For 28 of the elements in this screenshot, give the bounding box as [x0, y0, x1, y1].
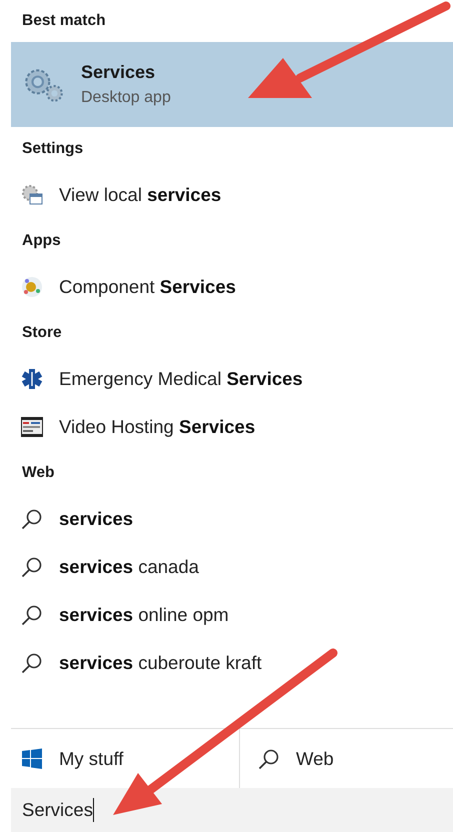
component-icon	[21, 276, 43, 298]
result-link[interactable]: services cuberoute kraft	[59, 652, 262, 674]
section-heading: Settings	[21, 139, 84, 159]
video-thumbnail-icon	[21, 416, 43, 438]
star-of-life-icon	[21, 368, 43, 390]
section-heading: Web	[21, 463, 56, 483]
result-link[interactable]: Component Services	[59, 276, 236, 298]
search-icon	[21, 604, 43, 626]
section-heading: Store	[21, 323, 63, 343]
result-link[interactable]: services online opm	[59, 604, 229, 626]
result-item[interactable]: Services Desktop app	[11, 42, 453, 127]
result-link[interactable]: Video Hosting Services	[59, 416, 256, 438]
result-link[interactable]: services canada	[59, 556, 199, 578]
result-link[interactable]: Emergency Medical Services	[59, 368, 303, 390]
search-icon	[258, 748, 280, 770]
windows-icon	[21, 748, 43, 770]
gear-window-icon	[21, 184, 43, 206]
search-icon	[21, 508, 43, 530]
result-subtitle: Desktop app	[81, 89, 171, 107]
result-link[interactable]: View local services	[59, 184, 222, 206]
result-title: Services	[81, 62, 156, 83]
search-field[interactable]: Services	[11, 788, 453, 832]
section-heading: Apps	[21, 231, 62, 251]
search-icon	[21, 652, 43, 674]
search-text: Services	[22, 798, 94, 822]
section-heading: Best match	[21, 11, 107, 31]
search-icon	[21, 556, 43, 578]
result-link[interactable]: services	[59, 508, 134, 530]
